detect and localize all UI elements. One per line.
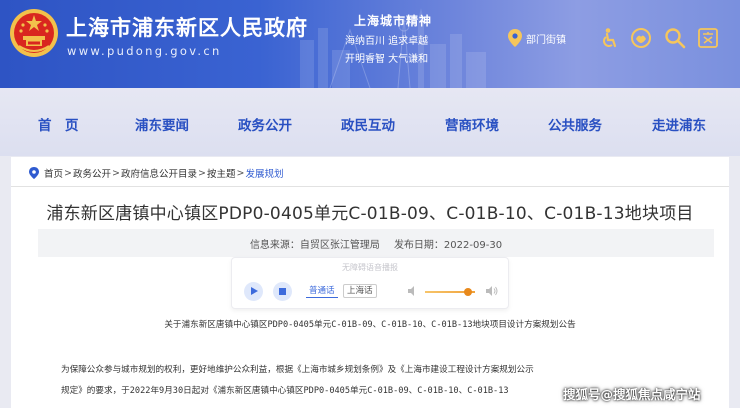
divider: [11, 186, 729, 187]
nav-item-news[interactable]: 浦东要闻: [135, 114, 189, 134]
article-paragraph: 规定》的要求，于2022年9月30日起对《浦东新区唐镇中心镇区PDP0-0405…: [61, 386, 509, 396]
location-pin-icon: [508, 29, 522, 47]
breadcrumb: 首页 > 政务公开 > 政府信息公开目录 > 按主题 > 发展规划: [29, 166, 283, 180]
nav-item-home[interactable]: 首 页: [38, 114, 79, 134]
article-info-bar: 信息来源：自贸区张江管理局 发布日期：2022-09-30: [38, 229, 714, 257]
dept-nav-link[interactable]: 部门街镇: [508, 29, 566, 47]
article-source: 信息来源：自贸区张江管理局: [249, 239, 380, 251]
nav-item-services[interactable]: 公共服务: [548, 114, 602, 134]
play-button[interactable]: [244, 282, 263, 301]
elder-care-icon[interactable]: [630, 27, 652, 49]
volume-slider-thumb[interactable]: [463, 288, 472, 296]
lang-mandarin-option[interactable]: 普通话: [306, 284, 338, 298]
article-title: 浦东新区唐镇中心镇区PDP0-0405单元C-01B-09、C-01B-10、C…: [46, 204, 694, 224]
breadcrumb-separator: >: [197, 167, 206, 179]
city-spirit-line: 开明睿智 大气谦和: [345, 54, 429, 65]
location-pin-icon: [29, 167, 39, 179]
nav-item-interaction[interactable]: 政民互动: [341, 114, 395, 134]
main-nav: 首 页 浦东要闻 政务公开 政民互动 营商环境 公共服务 走进浦东: [0, 88, 740, 156]
breadcrumb-home[interactable]: 首页: [44, 166, 63, 180]
lang-shanghainese-option[interactable]: 上海话: [343, 284, 377, 298]
national-emblem-icon: [10, 9, 58, 57]
breadcrumb-by-topic[interactable]: 按主题: [207, 166, 236, 180]
watermark: 搜狐号@搜狐焦点咸宁站: [563, 387, 701, 402]
volume-low-icon[interactable]: [407, 285, 419, 297]
site-title[interactable]: 上海市浦东新区人民政府: [66, 12, 308, 42]
audio-player: 无障碍语音播报 普通话 上海话: [231, 257, 509, 309]
breadcrumb-current[interactable]: 发展规划: [245, 166, 283, 180]
dept-nav-label: 部门街镇: [526, 34, 566, 46]
notice-heading: 关于浦东新区唐镇中心镇区PDP0-0405单元C-01B-09、C-01B-10…: [164, 320, 576, 330]
site-domain: www.pudong.gov.cn: [67, 44, 222, 58]
accessibility-icon[interactable]: [598, 27, 620, 49]
city-spirit-line: 海纳百川 追求卓越: [345, 36, 429, 47]
breadcrumb-separator: >: [112, 167, 120, 179]
breadcrumb-catalog[interactable]: 政府信息公开目录: [121, 166, 197, 180]
nav-item-about[interactable]: 走进浦东: [652, 114, 706, 134]
article-content: 首页 > 政务公开 > 政府信息公开目录 > 按主题 > 发展规划 浦东新区唐镇…: [11, 157, 729, 408]
city-spirit-title: 上海城市精神: [354, 14, 433, 28]
language-icon[interactable]: [697, 27, 719, 49]
volume-high-icon[interactable]: [486, 285, 498, 297]
player-notice: 无障碍语音播报: [342, 263, 398, 272]
breadcrumb-separator: >: [64, 167, 72, 179]
nav-item-business[interactable]: 营商环境: [445, 114, 499, 134]
nav-item-gov-open[interactable]: 政务公开: [238, 114, 292, 134]
site-header: 上海市浦东新区人民政府 www.pudong.gov.cn 上海城市精神 海纳百…: [0, 0, 740, 88]
breadcrumb-gov-open[interactable]: 政务公开: [73, 166, 111, 180]
breadcrumb-separator: >: [236, 167, 245, 179]
article-date: 发布日期：2022-09-30: [393, 239, 503, 251]
search-icon[interactable]: [664, 27, 686, 49]
article-paragraph: 为保障公众参与城市规划的权利，更好地维护公众利益，根据《上海市城乡规划条例》及《…: [61, 365, 534, 375]
stop-button[interactable]: [273, 282, 292, 301]
